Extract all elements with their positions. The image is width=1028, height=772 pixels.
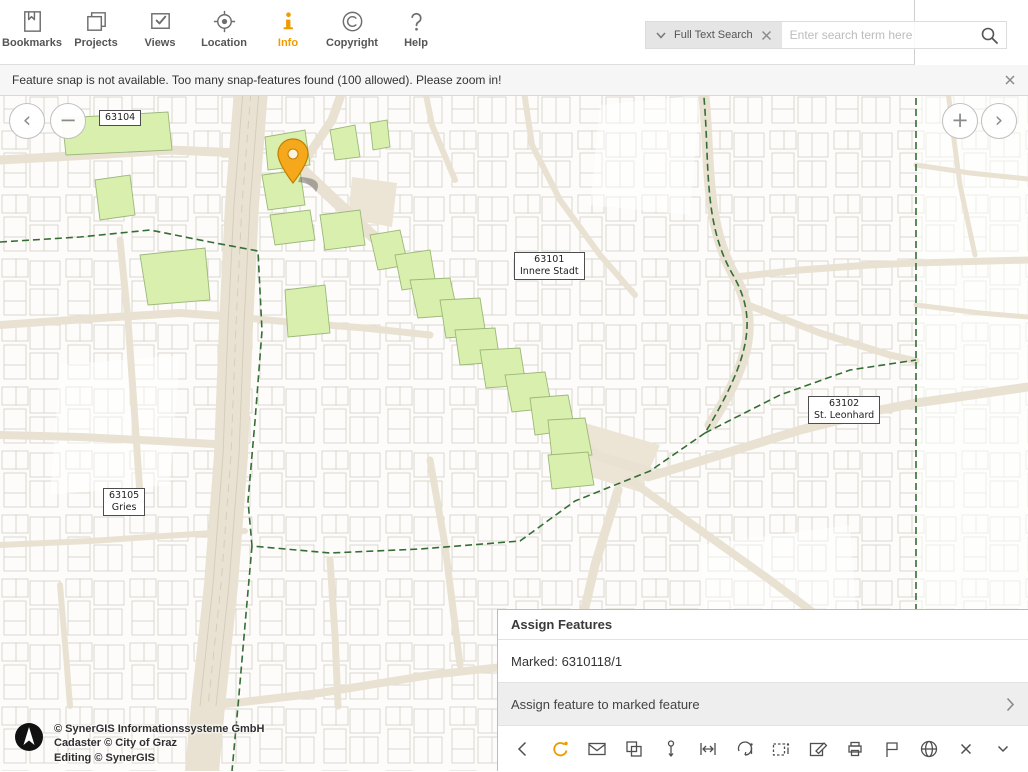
search-mode-label: Full Text Search bbox=[674, 29, 753, 41]
toolbar-item-bookmarks[interactable]: Bookmarks bbox=[0, 0, 64, 64]
clear-search-mode-icon[interactable] bbox=[761, 30, 772, 41]
map-label-63102: 63102St. Leonhard bbox=[808, 396, 880, 424]
map-label-63101: 63101Innere Stadt bbox=[514, 252, 585, 280]
bookmarks-icon bbox=[19, 8, 46, 35]
toolbar-item-views[interactable]: Views bbox=[128, 0, 192, 64]
assign-action-label: Assign feature to marked feature bbox=[511, 697, 700, 712]
toolbar-item-label: Help bbox=[404, 37, 428, 49]
toolbar-item-label: Info bbox=[278, 37, 298, 49]
map-attribution: © SynerGIS Informationssysteme GmbH Cada… bbox=[14, 722, 264, 765]
map-next-button[interactable]: › bbox=[981, 103, 1017, 139]
toolbar-item-label: Copyright bbox=[326, 37, 378, 49]
print-icon[interactable] bbox=[843, 737, 867, 761]
edit-feature-icon[interactable] bbox=[806, 737, 830, 761]
chevron-down-icon bbox=[656, 32, 666, 39]
search-bar: Full Text Search bbox=[645, 21, 1007, 49]
globe-icon[interactable] bbox=[917, 737, 941, 761]
map-label-63104: 63104 bbox=[99, 110, 141, 126]
toolbar-item-label: Views bbox=[145, 37, 176, 49]
marked-feature-text: Marked: 6310118/1 bbox=[498, 640, 1028, 683]
copyright-icon bbox=[339, 8, 366, 35]
search-icon bbox=[980, 26, 999, 45]
toolbar-item-copyright[interactable]: Copyright bbox=[320, 0, 384, 64]
zoom-in-button[interactable]: + bbox=[942, 103, 978, 139]
toolbar-item-help[interactable]: Help bbox=[384, 0, 448, 64]
synergis-logo-icon bbox=[14, 722, 44, 752]
attribution-line: © SynerGIS Informationssysteme GmbH bbox=[54, 722, 264, 736]
assign-action-row[interactable]: Assign feature to marked feature bbox=[498, 683, 1028, 726]
feature-info-icon[interactable] bbox=[769, 737, 793, 761]
toolbar-item-location[interactable]: Location bbox=[192, 0, 256, 64]
mail-icon[interactable] bbox=[585, 737, 609, 761]
pin-icon[interactable] bbox=[659, 737, 683, 761]
panel-toolbar bbox=[498, 726, 1028, 772]
location-icon bbox=[211, 8, 238, 35]
rotate-feature-icon[interactable] bbox=[733, 737, 757, 761]
help-icon bbox=[403, 8, 430, 35]
select-feature-icon[interactable] bbox=[548, 737, 572, 761]
toolbar-item-label: Location bbox=[201, 37, 247, 49]
toolbar-item-projects[interactable]: Projects bbox=[64, 0, 128, 64]
search-button[interactable] bbox=[972, 22, 1006, 48]
search-mode-dropdown[interactable]: Full Text Search bbox=[646, 22, 782, 48]
assign-features-panel: Assign Features Marked: 6310118/1 Assign… bbox=[497, 609, 1028, 771]
chevron-right-icon bbox=[1006, 697, 1015, 712]
notification-bar: Feature snap is not available. Too many … bbox=[0, 65, 1028, 96]
clear-selection-icon[interactable] bbox=[954, 737, 978, 761]
toolbar-item-label: Bookmarks bbox=[2, 37, 62, 49]
projects-icon bbox=[83, 8, 110, 35]
notification-close-icon[interactable] bbox=[1004, 74, 1016, 86]
merge-features-icon[interactable] bbox=[622, 737, 646, 761]
panel-title: Assign Features bbox=[498, 610, 1028, 640]
attribution-line: Editing © SynerGIS bbox=[54, 751, 264, 765]
info-icon bbox=[275, 8, 302, 35]
back-icon[interactable] bbox=[511, 737, 535, 761]
toolbar-item-info[interactable]: Info bbox=[256, 0, 320, 64]
collapse-panel-icon[interactable] bbox=[991, 737, 1015, 761]
map-label-63105: 63105Gries bbox=[103, 488, 145, 516]
toolbar-item-label: Projects bbox=[74, 37, 117, 49]
search-input[interactable] bbox=[782, 22, 972, 48]
measure-width-icon[interactable] bbox=[696, 737, 720, 761]
zoom-out-button[interactable]: − bbox=[50, 103, 86, 139]
views-icon bbox=[147, 8, 174, 35]
bookmark-flag-icon[interactable] bbox=[880, 737, 904, 761]
map-prev-button[interactable]: ‹ bbox=[9, 103, 45, 139]
attribution-line: Cadaster © City of Graz bbox=[54, 736, 264, 750]
notification-message: Feature snap is not available. Too many … bbox=[12, 73, 501, 87]
